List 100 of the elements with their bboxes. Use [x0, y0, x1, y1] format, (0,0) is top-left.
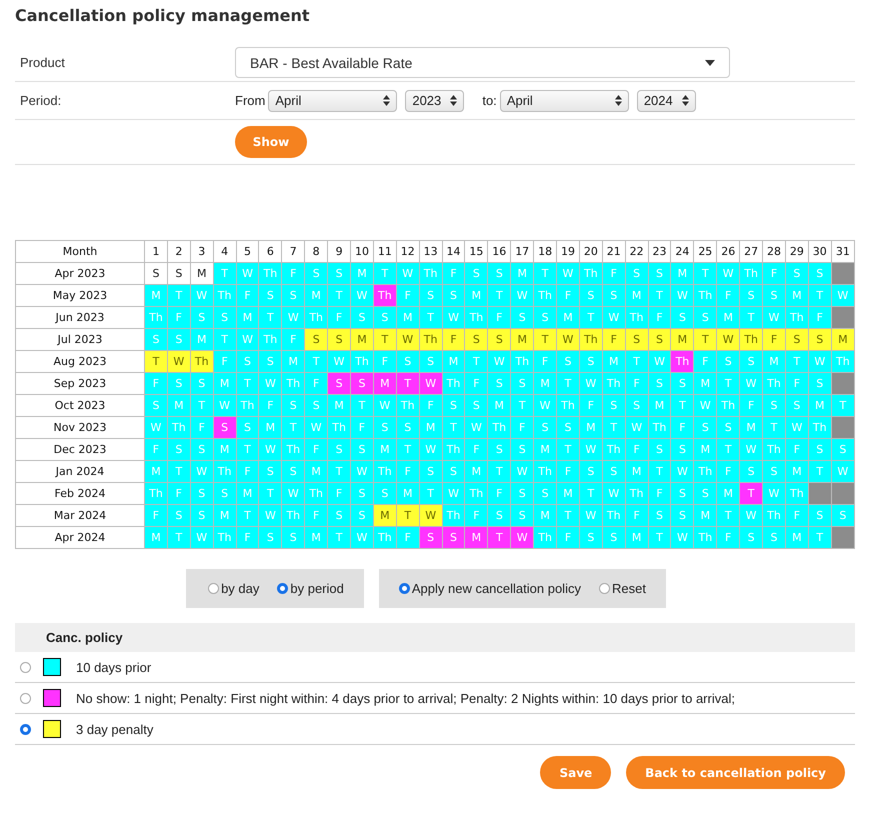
day-cell[interactable]: S [258, 460, 282, 482]
day-cell[interactable]: S [282, 526, 305, 548]
day-cell[interactable]: F [579, 394, 602, 416]
day-cell[interactable]: S [282, 460, 305, 482]
day-cell[interactable]: W [167, 350, 190, 372]
day-cell[interactable]: W [510, 284, 534, 306]
day-cell[interactable]: S [328, 262, 351, 284]
day-cell[interactable]: S [258, 350, 282, 372]
day-cell[interactable]: S [350, 504, 374, 526]
day-cell[interactable]: W [579, 372, 602, 394]
day-cell[interactable]: M [534, 438, 557, 460]
day-cell[interactable]: M [190, 262, 214, 284]
day-cell[interactable]: M [373, 438, 396, 460]
day-cell[interactable]: M [236, 482, 259, 504]
day-cell[interactable]: S [167, 262, 190, 284]
day-cell[interactable]: Th [144, 482, 168, 504]
unavailable-cell[interactable] [831, 262, 854, 284]
day-cell[interactable]: S [648, 372, 671, 394]
day-cell[interactable]: T [328, 284, 351, 306]
day-cell[interactable]: T [556, 438, 580, 460]
day-cell[interactable]: S [510, 372, 534, 394]
day-cell[interactable]: T [213, 262, 236, 284]
day-cell[interactable]: Th [442, 372, 465, 394]
day-cell[interactable]: Th [602, 438, 626, 460]
day-cell[interactable]: S [488, 262, 511, 284]
day-cell[interactable]: S [510, 438, 534, 460]
action-button[interactable]: Back to cancellation policy [626, 756, 845, 789]
day-cell[interactable]: W [831, 460, 854, 482]
day-cell[interactable]: F [328, 306, 351, 328]
day-cell[interactable]: T [534, 262, 557, 284]
day-cell[interactable]: Th [144, 306, 168, 328]
day-cell[interactable]: Th [328, 416, 351, 438]
radio-button[interactable] [277, 583, 288, 594]
day-cell[interactable]: S [373, 416, 396, 438]
day-cell[interactable]: M [740, 416, 763, 438]
day-cell[interactable]: F [602, 328, 626, 350]
day-cell[interactable]: Th [304, 482, 328, 504]
day-cell[interactable]: S [602, 460, 626, 482]
day-cell[interactable]: S [419, 284, 442, 306]
day-cell[interactable]: M [258, 416, 282, 438]
day-cell[interactable]: S [648, 328, 671, 350]
day-cell[interactable]: S [350, 438, 374, 460]
day-cell[interactable]: M [716, 306, 740, 328]
unavailable-cell[interactable] [831, 306, 854, 328]
day-cell[interactable]: M [213, 372, 236, 394]
day-cell[interactable]: T [419, 306, 442, 328]
day-cell[interactable]: T [716, 504, 740, 526]
day-cell[interactable]: T [808, 284, 832, 306]
day-cell[interactable]: W [740, 438, 763, 460]
day-cell[interactable]: S [602, 394, 626, 416]
day-cell[interactable]: Th [258, 328, 282, 350]
day-cell[interactable]: M [442, 350, 465, 372]
day-cell[interactable]: Th [579, 262, 602, 284]
day-cell[interactable]: W [740, 372, 763, 394]
day-cell[interactable]: M [304, 460, 328, 482]
day-cell[interactable]: T [442, 416, 465, 438]
day-cell[interactable]: W [670, 526, 694, 548]
day-cell[interactable]: S [442, 394, 465, 416]
day-cell[interactable]: S [740, 284, 763, 306]
day-cell[interactable]: S [670, 306, 694, 328]
day-cell[interactable]: Th [625, 306, 648, 328]
day-cell[interactable]: Th [694, 460, 717, 482]
day-cell[interactable]: S [167, 504, 190, 526]
day-cell[interactable]: S [464, 328, 488, 350]
unavailable-cell[interactable] [831, 416, 854, 438]
day-cell[interactable]: W [625, 416, 648, 438]
day-cell[interactable]: S [670, 438, 694, 460]
day-cell[interactable]: W [694, 394, 717, 416]
day-cell[interactable]: S [488, 438, 511, 460]
day-cell[interactable]: M [808, 394, 832, 416]
day-cell[interactable]: W [419, 372, 442, 394]
day-cell[interactable]: F [144, 438, 168, 460]
day-cell[interactable]: S [144, 394, 168, 416]
day-cell[interactable]: W [534, 394, 557, 416]
day-cell[interactable]: F [785, 438, 808, 460]
day-cell[interactable]: Th [236, 394, 259, 416]
day-cell[interactable]: S [167, 372, 190, 394]
day-cell[interactable]: S [534, 482, 557, 504]
day-cell[interactable]: T [579, 482, 602, 504]
day-cell[interactable]: M [419, 416, 442, 438]
day-cell[interactable]: F [670, 416, 694, 438]
day-cell[interactable]: F [304, 438, 328, 460]
day-cell[interactable]: T [236, 504, 259, 526]
day-cell[interactable]: Th [602, 504, 626, 526]
day-cell[interactable]: T [144, 350, 168, 372]
day-cell[interactable]: M [625, 284, 648, 306]
day-cell[interactable]: S [213, 482, 236, 504]
day-cell[interactable]: S [762, 460, 786, 482]
day-cell[interactable]: Th [213, 284, 236, 306]
day-cell[interactable]: F [556, 526, 580, 548]
day-cell[interactable]: T [670, 394, 694, 416]
day-cell[interactable]: M [625, 526, 648, 548]
day-cell[interactable]: M [190, 328, 214, 350]
day-cell[interactable]: W [648, 350, 671, 372]
day-cell[interactable]: S [808, 372, 832, 394]
day-cell[interactable]: W [190, 526, 214, 548]
unavailable-cell[interactable] [831, 372, 854, 394]
day-cell[interactable]: T [808, 526, 832, 548]
day-cell[interactable]: W [396, 328, 420, 350]
day-cell[interactable]: M [694, 504, 717, 526]
